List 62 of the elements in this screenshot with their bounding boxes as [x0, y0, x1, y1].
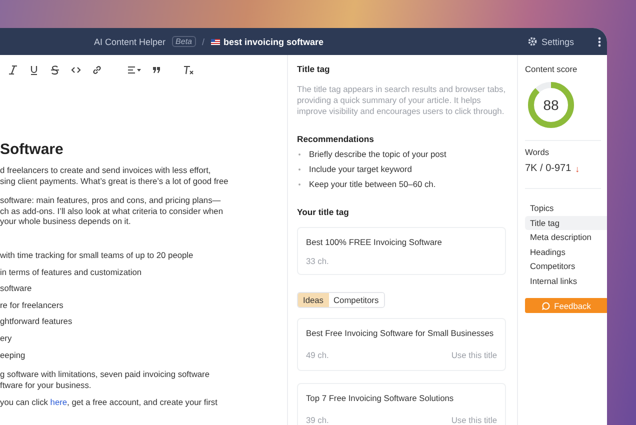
- list-item: software: [0, 282, 33, 296]
- section-title: Title tag: [297, 64, 331, 74]
- sidebar-nav-item[interactable]: Topics: [525, 201, 607, 216]
- paragraph-line: d freelancers to create and send invoices with less effort,: [0, 165, 212, 176]
- list-item: ery: [0, 332, 13, 345]
- underline-icon[interactable]: [29, 65, 39, 75]
- list-item: eeping: [0, 348, 26, 362]
- breadcrumb-separator: /: [202, 36, 205, 46]
- list-item: re for freelancers: [0, 298, 64, 312]
- here-link[interactable]: here: [50, 397, 68, 408]
- flag-icon: [210, 38, 220, 44]
- paragraph-line: ch as add-ons. I’ll also look at what criteria to consider when: [0, 206, 224, 216]
- recommendation-text: Keep your title between 50–60 ch.: [309, 178, 436, 191]
- sidebar-nav-item[interactable]: Title tag: [525, 216, 607, 230]
- title-text: Top 7 Free Invoicing Software Solutions: [306, 393, 455, 403]
- list-item: with time tracking for small teams of up to 20 people: [0, 248, 194, 262]
- settings-button[interactable]: Settings: [528, 36, 574, 46]
- bullet-icon: [298, 183, 301, 186]
- character-count: 39 ch.: [306, 415, 329, 425]
- quote-icon[interactable]: [152, 66, 161, 74]
- recommendation-text: Include your target keyword: [309, 163, 412, 176]
- keyword-title: best invoicing software: [224, 36, 324, 46]
- character-count: 49 ch.: [306, 350, 329, 360]
- score-value: 88: [543, 98, 559, 112]
- section-title: Recommendations: [297, 134, 375, 144]
- paragraph-line: software: main features, pros and cons, and pricing plans—: [0, 195, 222, 206]
- strikethrough-icon[interactable]: [50, 65, 60, 75]
- section-title: Your title tag: [297, 207, 350, 217]
- tab[interactable]: Ideas: [298, 293, 328, 307]
- sidebar-nav-item[interactable]: Competitors: [525, 259, 607, 274]
- description-text: The title tag appears in search results and browser tabs, providing a quick summary of your article. It helps improve visibility and encourages users to click through.: [297, 84, 506, 117]
- title-text: Best Free Invoicing Software for Small Businesses: [306, 328, 495, 338]
- trend-arrow: ↓: [575, 164, 580, 174]
- words-label: Words: [525, 147, 550, 157]
- chat-bubble-icon: [542, 302, 550, 310]
- link-icon[interactable]: [92, 65, 102, 75]
- sidebar-nav-item[interactable]: Internal links: [525, 274, 607, 288]
- app-name: AI Content Helper: [94, 36, 166, 46]
- paragraph-line: your whole business depends on it.: [0, 216, 132, 227]
- beta-badge: Beta: [172, 36, 196, 47]
- clear-format-icon[interactable]: [183, 65, 194, 75]
- title-text: Best 100% FREE Invoicing Software: [306, 237, 443, 247]
- more-menu-icon[interactable]: [598, 36, 601, 46]
- sidebar-nav-item[interactable]: Headings: [525, 244, 607, 259]
- align-dropdown-icon[interactable]: [127, 65, 141, 75]
- recommendation-text: Briefly describe the topic of your post: [309, 148, 446, 161]
- character-count: 33 ch.: [306, 256, 329, 266]
- article-heading: Software: [0, 141, 64, 158]
- word-count: 7K / 0-971: [525, 163, 572, 174]
- list-item: in terms of features and customization: [0, 266, 143, 279]
- paragraph-line: g software with limitations, seven paid invoicing software: [0, 369, 210, 380]
- italic-icon[interactable]: [8, 65, 18, 75]
- content-score-label: Content score: [525, 64, 578, 74]
- bullet-icon: [298, 153, 301, 156]
- paragraph-line: sing client payments. What’s great is there’s a lot of good free: [0, 176, 230, 186]
- bullet-icon: [298, 168, 301, 171]
- paragraph-line: you can click here, get a free account, and create your first: [0, 397, 218, 408]
- settings-icon: [528, 37, 538, 46]
- list-item: ghtforward features: [0, 315, 74, 328]
- code-icon[interactable]: [71, 65, 81, 75]
- paragraph-line: ftware for your business.: [0, 380, 92, 390]
- sidebar-nav-item[interactable]: Meta description: [525, 230, 607, 244]
